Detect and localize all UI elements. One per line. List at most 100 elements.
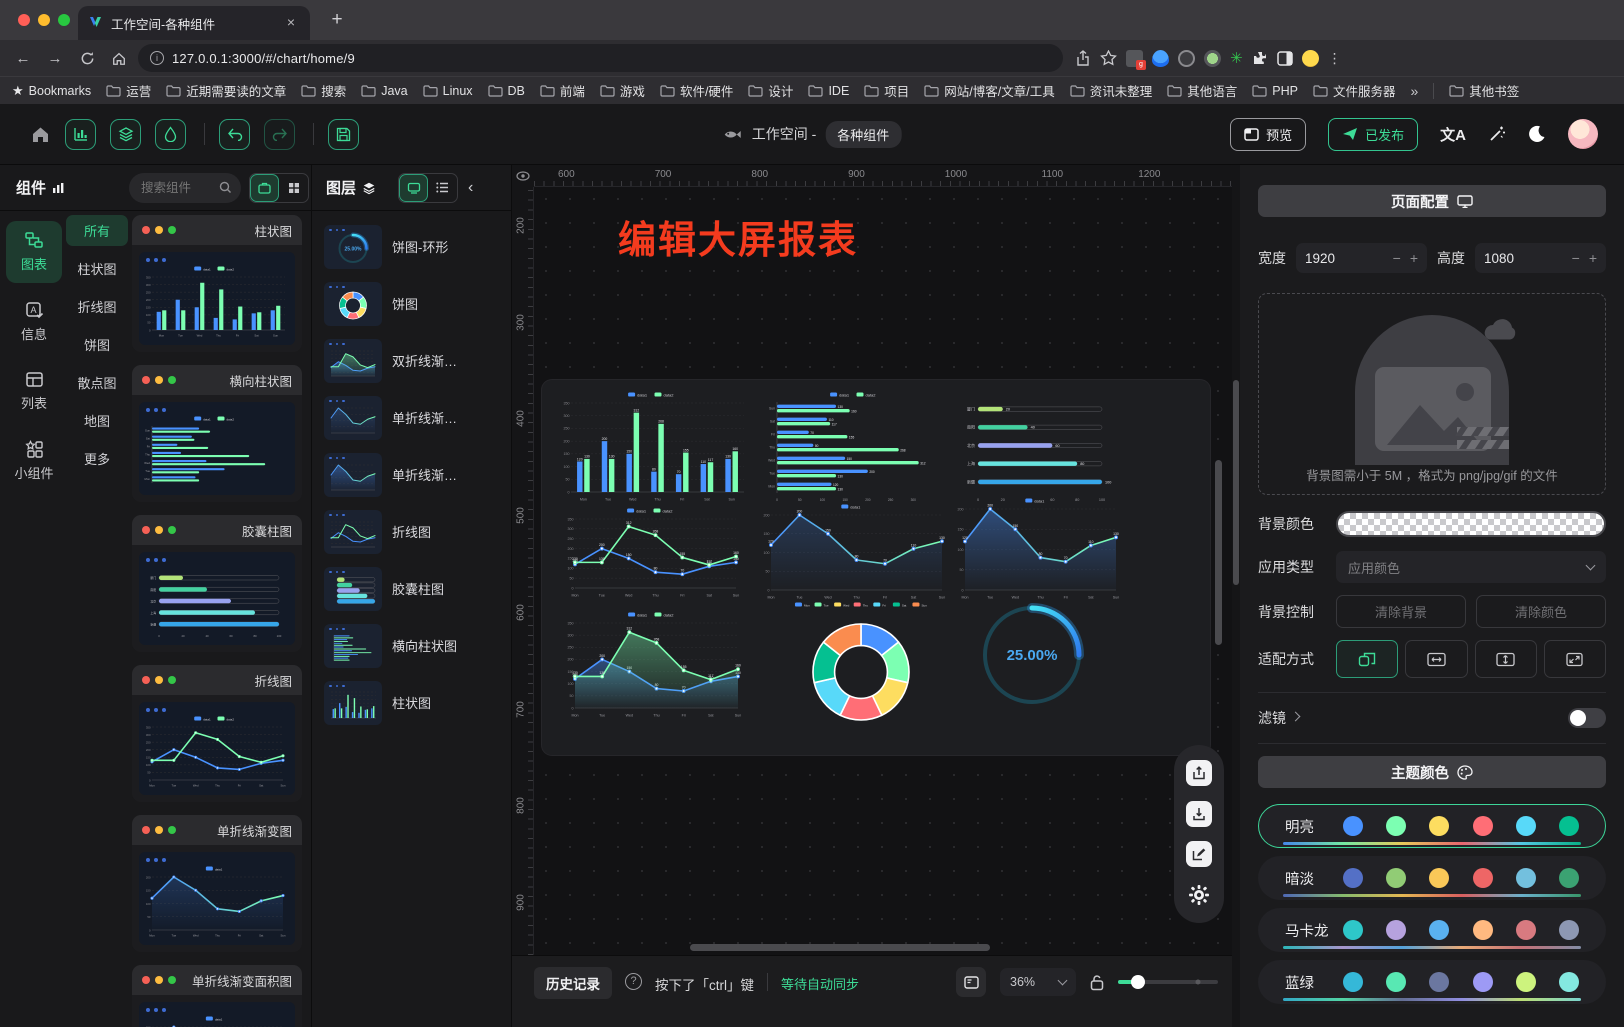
profile-avatar[interactable]: [1302, 50, 1319, 67]
fit-height-button[interactable]: [1475, 640, 1537, 678]
sidebar-tab-info[interactable]: A信息: [6, 291, 62, 353]
minimize-window-button[interactable]: [38, 14, 50, 26]
collapse-panel-icon[interactable]: ‹: [468, 179, 473, 197]
settings-gear-icon[interactable]: [1186, 882, 1212, 908]
redo-button[interactable]: [264, 119, 295, 150]
bookmark-star-icon[interactable]: [1100, 50, 1117, 66]
extension-star-icon[interactable]: ✳: [1230, 49, 1243, 67]
bookmarks-overflow-button[interactable]: »: [1410, 83, 1418, 99]
translate-icon[interactable]: 文A: [1440, 124, 1466, 145]
layer-item[interactable]: 单折线渐…: [312, 446, 511, 503]
bookmark-folder[interactable]: 近期需要读的文章: [166, 81, 286, 100]
grid-view-toggle[interactable]: [279, 174, 308, 202]
layer-item[interactable]: 双折线渐…: [312, 332, 511, 389]
history-button[interactable]: 历史记录: [534, 967, 612, 999]
browser-tab[interactable]: 工作空间-各种组件 ×: [78, 6, 310, 40]
chart-capsule[interactable]: 厦门20南阳40北京60上海80新疆100020406080100: [954, 392, 1120, 502]
filter-toggle[interactable]: [1568, 708, 1606, 728]
undo-button[interactable]: [219, 119, 250, 150]
theme-row-马卡龙[interactable]: 马卡龙: [1258, 908, 1606, 952]
sidebar-toggle-icon[interactable]: [1277, 51, 1293, 66]
horizontal-scrollbar[interactable]: [690, 944, 990, 951]
export-button[interactable]: [1186, 760, 1212, 786]
preview-button[interactable]: 预览: [1230, 118, 1306, 151]
sidebar-tab-widget[interactable]: 小组件: [6, 430, 62, 492]
browser-menu-icon[interactable]: ⋮: [1328, 50, 1342, 67]
bookmark-folder[interactable]: 网站/博客/文章/工具: [924, 81, 1054, 100]
dashboard-preview[interactable]: data1data2050100150200250300350120200150…: [542, 380, 1210, 755]
chart-line-area[interactable]: data10501001502001202001508070110130MonT…: [950, 496, 1122, 600]
sidebar-tab-chart[interactable]: 图表: [6, 221, 62, 283]
extension-dark-icon[interactable]: [1178, 50, 1195, 67]
chart-line[interactable]: data1data2050100150200250300350120200150…: [560, 506, 742, 598]
workspace-badge[interactable]: 各种组件: [825, 121, 901, 148]
bookmark-folder[interactable]: 游戏: [600, 81, 645, 100]
component-card[interactable]: 横向柱状图data1data2SunSatFriThuWedTueMon: [132, 365, 302, 502]
close-window-button[interactable]: [18, 14, 30, 26]
magic-wand-icon[interactable]: [1488, 125, 1506, 143]
chart-line-gradient[interactable]: data10501001502001202001508070110130MonT…: [756, 502, 948, 600]
dark-mode-moon-icon[interactable]: [1528, 125, 1546, 143]
bookmark-folder[interactable]: PHP: [1252, 81, 1298, 100]
app-home-icon[interactable]: [30, 125, 51, 144]
category-地图[interactable]: 地图: [66, 405, 128, 436]
bookmark-folder[interactable]: 运营: [106, 81, 151, 100]
layer-item[interactable]: 折线图: [312, 503, 511, 560]
layers-mode-button[interactable]: [110, 119, 141, 150]
help-icon[interactable]: ?: [625, 973, 642, 990]
chart-horizontal-bar[interactable]: data1data2Sun130160Sat110117Fri70155Thu8…: [762, 390, 946, 502]
detail-panel-icon[interactable]: [956, 967, 986, 997]
component-card[interactable]: 柱状图data1data2050100150200250300350MonTue…: [132, 215, 302, 352]
extension-pin-icon[interactable]: [1152, 50, 1169, 67]
chart-mode-button[interactable]: [65, 119, 96, 150]
import-button[interactable]: [1186, 801, 1212, 827]
extensions-puzzle-icon[interactable]: [1252, 50, 1268, 66]
height-plus-button[interactable]: +: [1589, 250, 1597, 266]
layer-item[interactable]: 胶囊柱图: [312, 560, 511, 617]
other-bookmarks-folder[interactable]: 其他书签: [1449, 81, 1519, 100]
chart-pie[interactable]: MonTueWedThuFriSatSun: [782, 600, 940, 732]
reload-icon[interactable]: [74, 45, 100, 71]
component-card[interactable]: 单折线渐变面积图data1050100150200MonTueWedThuFri…: [132, 965, 302, 1027]
site-info-icon[interactable]: i: [150, 51, 164, 65]
extension-grammarly-icon[interactable]: g: [1126, 50, 1143, 67]
category-散点图[interactable]: 散点图: [66, 367, 128, 398]
chart-ring-progress[interactable]: 25.00%: [976, 598, 1088, 712]
width-minus-button[interactable]: −: [1393, 250, 1401, 266]
component-card[interactable]: 折线图data1data2050100150200250300350MonTue…: [132, 665, 302, 802]
bookmark-folder[interactable]: 搜索: [301, 81, 346, 100]
fit-scale-button[interactable]: [1336, 640, 1398, 678]
tab-close-icon[interactable]: ×: [282, 14, 300, 32]
share-icon[interactable]: [1075, 50, 1091, 67]
layer-item[interactable]: 饼图: [312, 275, 511, 332]
bookmarks-manager[interactable]: ★ Bookmarks: [12, 83, 91, 99]
save-button[interactable]: [328, 119, 359, 150]
theme-row-暗淡[interactable]: 暗淡: [1258, 856, 1606, 900]
clear-background-button[interactable]: 清除背景: [1336, 595, 1466, 628]
component-card[interactable]: 胶囊柱图厦门南阳北京上海新疆020406080100: [132, 515, 302, 652]
bookmark-folder[interactable]: 文件服务器: [1313, 81, 1396, 100]
publish-button[interactable]: 已发布: [1328, 118, 1418, 151]
bookmark-folder[interactable]: 项目: [864, 81, 909, 100]
list-view-toggle[interactable]: [428, 174, 457, 202]
bookmark-folder[interactable]: 软件/硬件: [660, 81, 733, 100]
new-tab-button[interactable]: +: [324, 8, 350, 34]
zoom-select[interactable]: 36%: [1000, 968, 1076, 996]
chevron-right-icon[interactable]: [1291, 712, 1301, 722]
url-bar[interactable]: i 127.0.0.1:3000/#/chart/home/9: [138, 44, 1063, 72]
width-input[interactable]: [1305, 251, 1357, 266]
eye-icon[interactable]: [516, 171, 530, 181]
bookmark-folder[interactable]: 设计: [748, 81, 793, 100]
fit-width-button[interactable]: [1405, 640, 1467, 678]
layer-item[interactable]: 单折线渐…: [312, 389, 511, 446]
single-view-toggle[interactable]: [250, 174, 279, 202]
back-icon[interactable]: ←: [10, 45, 36, 71]
layer-item[interactable]: 横向柱状图: [312, 617, 511, 674]
panel-scrollbar-thumb[interactable]: [1233, 380, 1239, 585]
category-更多[interactable]: 更多: [66, 443, 128, 474]
app-type-select[interactable]: 应用颜色: [1336, 551, 1606, 583]
zoom-slider-knob[interactable]: [1131, 975, 1145, 989]
lock-icon[interactable]: [1090, 974, 1104, 991]
bookmark-folder[interactable]: 资讯未整理: [1070, 81, 1153, 100]
layer-item[interactable]: 25.00%饼图-环形: [312, 218, 511, 275]
